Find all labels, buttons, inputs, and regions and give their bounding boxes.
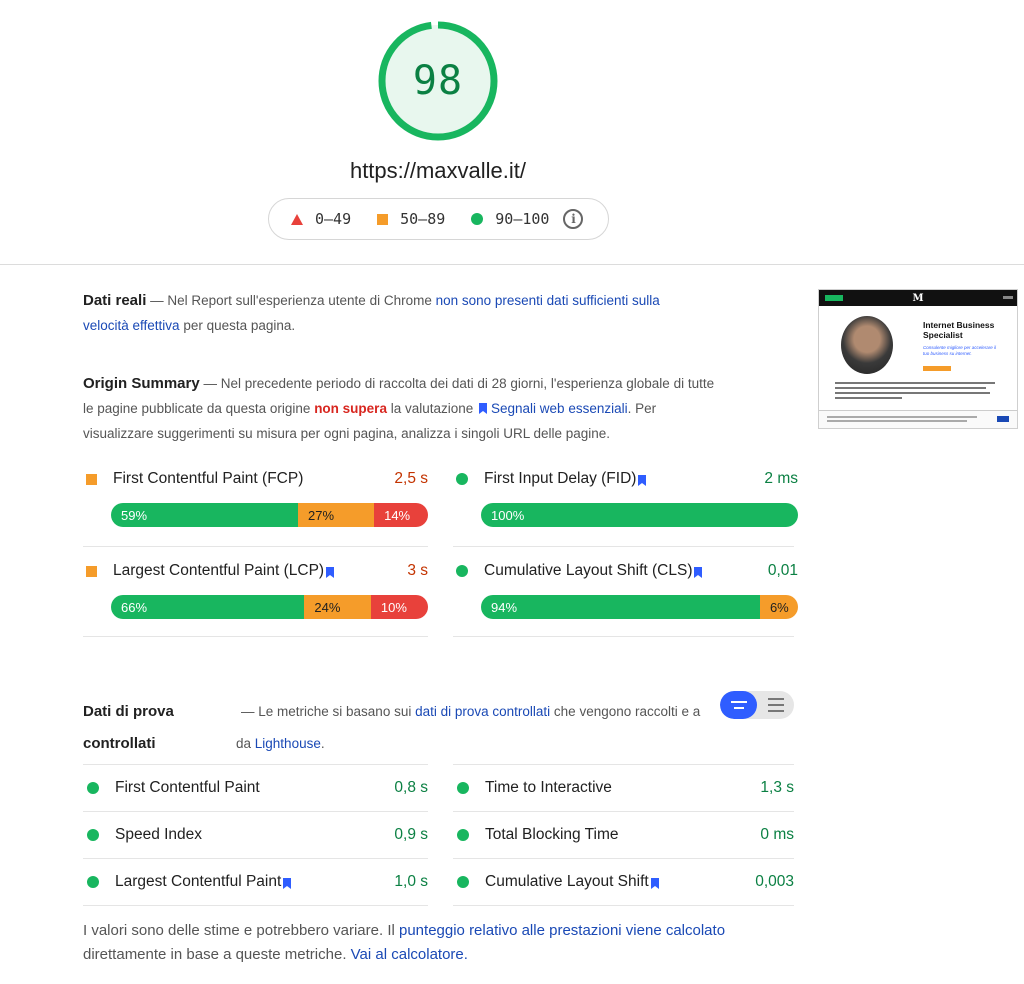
field-data-section: Dati reali — Nel Report sull'esperienza … xyxy=(83,292,660,333)
pass-circle-icon xyxy=(457,782,469,794)
page-screenshot-thumbnail[interactable]: M Internet Business Specialist Consulent… xyxy=(818,289,1018,429)
bookmark-icon xyxy=(638,474,647,486)
logo-icon: M xyxy=(912,292,924,304)
bookmark-icon xyxy=(326,566,335,578)
origin-metric-cls: Cumulative Layout Shift (CLS) 0,01 94% 6% xyxy=(453,547,798,639)
thumb-text-lines xyxy=(835,382,1003,399)
fail-triangle-icon xyxy=(291,213,303,225)
footer-note: I valori sono delle stime e potrebbero v… xyxy=(83,922,726,963)
pass-circle-icon xyxy=(456,565,468,577)
score-legend: 0–49 50–89 90–100 i xyxy=(268,198,609,240)
average-square-icon xyxy=(377,213,389,225)
lab-metric-tti: Time to Interactive 1,3 s xyxy=(453,764,794,811)
distribution-bar: 94% 6% xyxy=(481,595,798,619)
lab-data-link[interactable]: dati di prova controllati xyxy=(415,704,550,719)
thumb-cta-button xyxy=(923,366,951,371)
metric-divider xyxy=(83,905,428,906)
tested-url: https://maxvalle.it/ xyxy=(349,158,527,183)
compact-view-icon[interactable] xyxy=(720,691,757,719)
pass-circle-icon xyxy=(457,876,469,888)
origin-metric-fid: First Input Delay (FID) 2 ms 100% xyxy=(453,455,798,547)
lab-metric-tbt: Total Blocking Time 0 ms xyxy=(453,811,794,858)
bookmark-icon xyxy=(694,566,703,578)
header-divider xyxy=(0,264,1024,265)
score-calculation-link[interactable]: punteggio relativo alle prestazioni vien… xyxy=(399,922,725,939)
distribution-bar: 100% xyxy=(481,503,798,527)
bookmark-icon xyxy=(283,877,292,889)
lighthouse-link[interactable]: Lighthouse xyxy=(255,736,321,751)
pass-circle-icon xyxy=(457,829,469,841)
fail-label: non supera xyxy=(314,401,387,416)
avatar xyxy=(841,316,893,374)
average-square-icon xyxy=(86,565,97,577)
legend-average: 50–89 xyxy=(377,210,445,228)
legend-pass: 90–100 xyxy=(471,210,549,228)
thumb-navbar: M xyxy=(819,290,1017,306)
bookmark-icon xyxy=(650,877,659,889)
calculator-link[interactable]: Vai al calcolatore. xyxy=(351,946,468,963)
distribution-bar: 59% 27% 14% xyxy=(111,503,428,527)
expanded-view-icon[interactable] xyxy=(757,691,794,719)
pass-circle-icon xyxy=(456,473,468,485)
field-data-title: Dati reali xyxy=(83,292,147,309)
pass-circle-icon xyxy=(87,876,99,888)
origin-summary-section: Origin Summary — Nel precedente periodo … xyxy=(83,375,715,441)
menu-icon xyxy=(1003,296,1013,299)
info-icon[interactable]: i xyxy=(563,209,584,229)
average-square-icon xyxy=(86,473,97,485)
pass-circle-icon xyxy=(87,782,99,794)
bookmark-icon xyxy=(479,403,488,414)
lab-metrics-right: Time to Interactive 1,3 s Total Blocking … xyxy=(453,764,794,906)
lab-data-description: — Le metriche si basano sui dati di prov… xyxy=(236,704,701,751)
pass-circle-icon xyxy=(471,213,484,225)
origin-metric-fcp: First Contentful Paint (FCP) 2,5 s 59% 27… xyxy=(83,455,428,547)
lab-metric-cls: Cumulative Layout Shift 0,003 xyxy=(453,858,794,905)
lab-metric-speed-index: Speed Index 0,9 s xyxy=(83,811,428,858)
metric-divider xyxy=(83,636,428,637)
lab-metrics-left: First Contentful Paint 0,8 s Speed Index 0… xyxy=(83,764,428,906)
core-web-vitals-link[interactable]: Segnali web essenziali xyxy=(491,401,628,416)
lab-data-title: Dati di prova controllati xyxy=(83,703,174,752)
origin-metric-lcp: Largest Contentful Paint (LCP) 3 s 66% 24… xyxy=(83,547,428,639)
legend-fail: 0–49 xyxy=(291,210,351,228)
view-toggle[interactable] xyxy=(720,691,794,719)
thumb-cookie-bar xyxy=(819,410,1017,428)
lab-metric-lcp: Largest Contentful Paint 1,0 s xyxy=(83,858,428,905)
distribution-bar: 66% 24% 10% xyxy=(111,595,428,619)
thumb-nav-badge xyxy=(825,295,843,301)
performance-score: 98 xyxy=(412,58,464,104)
metric-divider xyxy=(453,636,794,637)
pass-circle-icon xyxy=(87,829,99,841)
lab-metric-fcp: First Contentful Paint 0,8 s xyxy=(83,764,428,811)
metric-divider xyxy=(453,905,794,906)
thumb-subtitle: Consulente migliore per accelerare il tu… xyxy=(923,345,997,356)
thumb-headline: Internet Business Specialist xyxy=(923,320,995,340)
origin-summary-title: Origin Summary xyxy=(83,375,200,392)
